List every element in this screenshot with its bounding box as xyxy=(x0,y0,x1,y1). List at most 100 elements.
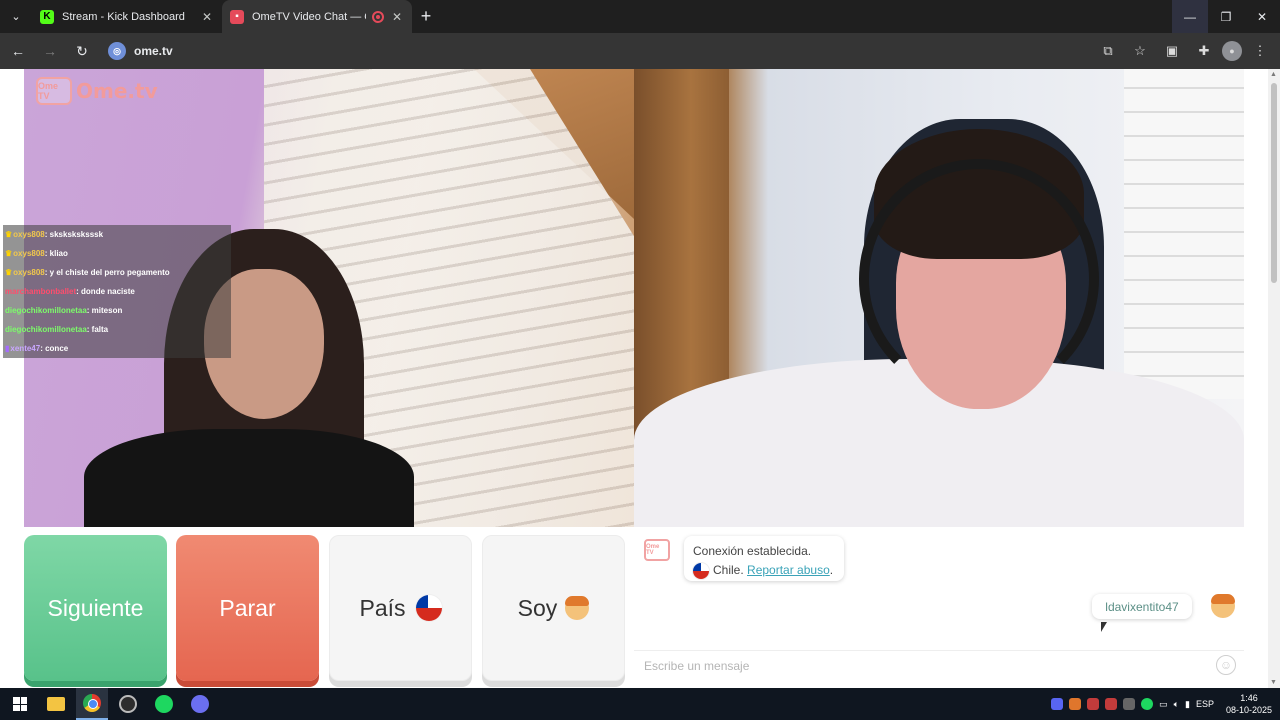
recording-icon xyxy=(372,10,384,23)
mic-tray-icon[interactable] xyxy=(1087,698,1100,710)
my-avatar-icon xyxy=(1211,594,1235,618)
clock[interactable]: 1:46 08-10-2025 xyxy=(1226,692,1272,716)
scroll-up-icon[interactable]: ▲ xyxy=(1270,71,1277,78)
new-tab-button[interactable]: + xyxy=(412,6,440,27)
extension-box-icon[interactable]: ▣ xyxy=(1158,37,1186,65)
language-indicator[interactable]: ESP xyxy=(1196,699,1214,709)
chat-username: marchambonballet xyxy=(5,287,77,296)
connection-status-text: Conexión establecida. xyxy=(693,544,812,558)
cast-icon[interactable]: ⧉ xyxy=(1094,37,1122,65)
page-scrollbar[interactable]: ▲ ▼ xyxy=(1268,69,1280,688)
scrollbar-thumb[interactable] xyxy=(1271,83,1277,283)
site-info-icon[interactable]: ◎ xyxy=(108,42,126,60)
mouse-cursor-icon xyxy=(1101,622,1107,632)
stop-label: Parar xyxy=(219,594,276,621)
discord-taskbar-button[interactable] xyxy=(184,688,216,720)
close-tab-icon[interactable]: ✕ xyxy=(200,10,214,24)
chile-flag-icon xyxy=(415,595,442,621)
chat-message: : miteson xyxy=(86,306,123,315)
window-controls: — ❐ ✕ xyxy=(1172,0,1280,33)
settings-tray-icon[interactable] xyxy=(1123,698,1136,710)
stream-chat-line: diegochikomillonetaa: falta xyxy=(3,320,231,339)
bookmark-star-icon[interactable]: ☆ xyxy=(1126,37,1154,65)
emoji-smile-icon[interactable]: ☺ xyxy=(1216,655,1236,675)
logo-text: Ome.tv xyxy=(76,79,158,103)
stop-button[interactable]: Parar xyxy=(176,535,319,681)
crown-badge-icon: ♛ xyxy=(5,249,13,258)
browser-toolbar: ← → ↻ ◎ ome.tv ⧉ ☆ ▣ ✚ ● ⋮ xyxy=(0,33,1280,69)
message-input[interactable]: Escribe un mensaje xyxy=(634,650,1244,680)
stream-chat-line: ♛ oxys808: y el chiste del perro pegament… xyxy=(3,263,231,282)
system-country-line: Chile. Reportar abuso. xyxy=(693,561,835,580)
clock-date: 08-10-2025 xyxy=(1225,705,1272,715)
chat-username: oxys808 xyxy=(13,268,45,277)
clock-time: 1:46 xyxy=(1240,693,1258,703)
stream-chat-line: ♛ oxys808: sksksksksssk xyxy=(3,225,231,244)
kick-icon: K xyxy=(40,9,54,24)
next-button[interactable]: Siguiente xyxy=(24,535,167,681)
tab-kick-dashboard[interactable]: K Stream - Kick Dashboard ✕ xyxy=(32,0,222,33)
windows-taskbar: ▭ 🔈︎ ▮ ESP 1:46 08-10-2025 xyxy=(0,688,1280,720)
country-name: Chile. xyxy=(713,563,744,577)
text-chat-panel: Ome TV Conexión establecida. Chile. Repo… xyxy=(634,527,1244,688)
menu-kebab-icon[interactable]: ⋮ xyxy=(1246,37,1274,65)
close-window-button[interactable]: ✕ xyxy=(1244,0,1280,33)
my-message-text: ldavixentito47 xyxy=(1105,599,1179,614)
obs-taskbar-button[interactable] xyxy=(112,688,144,720)
discord-tray-icon[interactable] xyxy=(1051,698,1064,710)
network-icon[interactable]: ▭ xyxy=(1159,699,1168,710)
minimize-button[interactable]: — xyxy=(1172,0,1208,33)
stream-chat-line: ♛ oxys808: kliao xyxy=(3,244,231,263)
chat-message: : donde naciste xyxy=(76,287,135,296)
restore-button[interactable]: ❐ xyxy=(1208,0,1244,33)
spotify-taskbar-button[interactable] xyxy=(148,688,180,720)
chat-username: diegochikomillonetaa xyxy=(5,306,87,315)
ometv-icon: ▪ xyxy=(230,9,244,24)
file-explorer-button[interactable] xyxy=(40,688,72,720)
chrome-taskbar-button[interactable] xyxy=(76,688,108,720)
address-bar[interactable]: ome.tv xyxy=(134,44,173,58)
chat-message: : kliao xyxy=(44,249,68,258)
tab-title: Stream - Kick Dashboard xyxy=(62,10,185,23)
system-message-bubble: Conexión establecida. Chile. Reportar ab… xyxy=(684,536,844,581)
report-suffix: . xyxy=(829,563,834,577)
gender-select-button[interactable]: Soy xyxy=(482,535,625,681)
profile-avatar[interactable]: ● xyxy=(1222,41,1242,61)
chat-username: oxys808 xyxy=(13,249,45,258)
system-tray: ▭ 🔈︎ ▮ ESP 1:46 08-10-2025 xyxy=(1051,688,1272,720)
shield-tray-icon[interactable] xyxy=(1105,698,1118,710)
tab-title: OmeTV Video Chat — Ome xyxy=(252,10,366,23)
country-filter-button[interactable]: País xyxy=(329,535,472,681)
back-button[interactable]: ← xyxy=(4,37,32,65)
start-button[interactable] xyxy=(4,688,36,720)
microphone-icon[interactable]: ▮ xyxy=(1185,699,1190,710)
extensions-puzzle-icon[interactable]: ✚ xyxy=(1190,37,1218,65)
reload-button[interactable]: ↻ xyxy=(68,37,96,65)
discord-icon xyxy=(191,695,209,713)
chat-username: xente47 xyxy=(10,344,41,353)
chat-message: : sksksksksssk xyxy=(44,230,104,239)
chile-flag-icon xyxy=(693,562,709,579)
volume-icon[interactable]: 🔈︎ xyxy=(1174,699,1179,710)
ometv-system-avatar: Ome TV xyxy=(644,539,670,561)
scroll-down-icon[interactable]: ▼ xyxy=(1270,679,1277,686)
folder-icon xyxy=(47,697,65,711)
ometv-logo[interactable]: Ome TV Ome.tv xyxy=(36,77,158,105)
message-placeholder: Escribe un mensaje xyxy=(644,658,750,673)
tab-ometv[interactable]: ▪ OmeTV Video Chat — Ome ✕ xyxy=(222,0,412,33)
close-tab-icon[interactable]: ✕ xyxy=(390,10,404,24)
report-abuse-link[interactable]: Reportar abuso xyxy=(747,563,830,577)
windows-icon xyxy=(13,697,27,711)
tab-search-chevron-icon[interactable]: ⌄ xyxy=(0,0,32,33)
sub-badge-icon: ▮ xyxy=(5,344,10,353)
chrome-icon xyxy=(83,694,101,712)
tv-logo-icon: Ome TV xyxy=(36,77,72,105)
stream-chat-line: marchambonballet: donde naciste xyxy=(3,282,231,301)
stream-chat-line: ▮ xente47: conce xyxy=(3,339,231,358)
chat-username: diegochikomillonetaa xyxy=(5,325,87,334)
ometv-page: Ome TV Ome.tv ♛ oxys808: sksksksksssk ♛ ox… xyxy=(0,69,1280,688)
spotify-tray-icon[interactable] xyxy=(1141,698,1154,710)
forward-button[interactable]: → xyxy=(36,37,64,65)
app-tray-icon[interactable] xyxy=(1069,698,1082,710)
chat-message: : falta xyxy=(86,325,109,334)
